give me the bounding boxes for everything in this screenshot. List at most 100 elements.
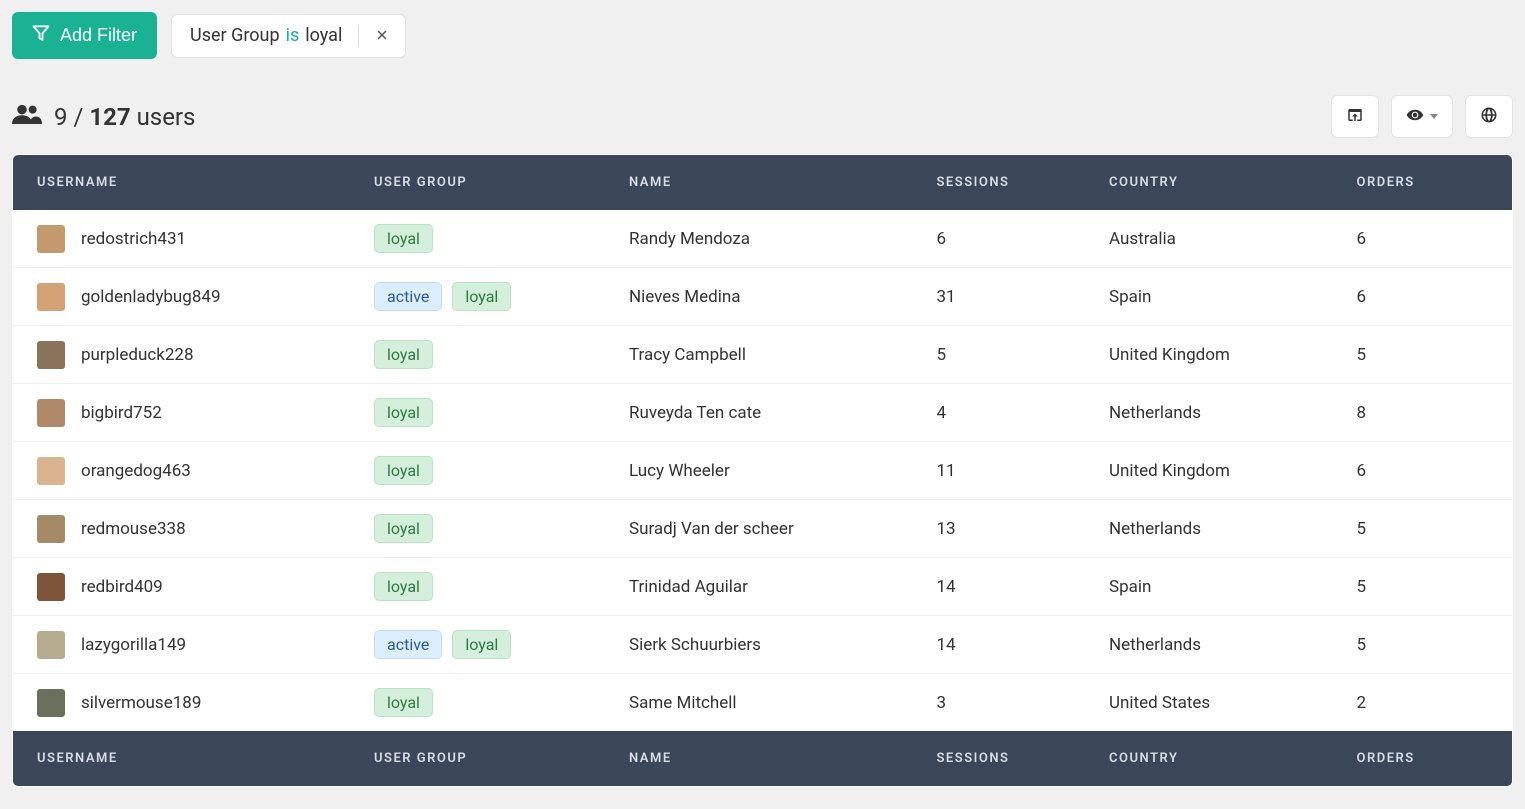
table-row[interactable]: orangedog463loyalLucy Wheeler11United Ki… [13,442,1513,500]
total-count: 127 [89,103,130,131]
table-row[interactable]: silvermouse189loyalSame Mitchell3United … [13,674,1513,732]
filter-toolbar: Add Filter User Group is loyal [12,12,1513,59]
col-footer-country: COUNTRY [1085,731,1333,787]
table-row[interactable]: goldenladybug849 activeloyalNieves Medina… [13,268,1513,326]
cell-username: purpleduck228 [13,326,351,384]
cell-orders: 6 [1333,210,1513,268]
cell-name: Randy Mendoza [605,210,913,268]
username: purpleduck228 [81,345,194,365]
tag-loyal: loyal [374,340,433,369]
tag-loyal: loyal [374,688,433,717]
col-header-orders[interactable]: ORDERS [1333,155,1513,211]
col-header-name[interactable]: NAME [605,155,913,211]
cell-name: Trinidad Aguilar [605,558,913,616]
tag-loyal: loyal [452,282,511,311]
users-icon [12,103,42,131]
cell-sessions: 4 [913,384,1086,442]
avatar [37,515,65,543]
col-footer-username: USERNAME [13,731,351,787]
cell-username: lazygorilla149 [13,616,351,674]
cell-sessions: 14 [913,558,1086,616]
tag-loyal: loyal [374,456,433,485]
filter-icon [32,24,50,47]
avatar [37,283,65,311]
table-actions [1331,95,1513,138]
cell-orders: 5 [1333,500,1513,558]
cell-orders: 5 [1333,616,1513,674]
table-row[interactable]: redmouse338loyalSuradj Van der scheer13N… [13,500,1513,558]
cell-username: redostrich431 [13,210,351,268]
cell-user-group: loyal [350,210,605,268]
tag-active: active [374,630,442,659]
avatar [37,341,65,369]
remove-filter-button[interactable] [371,25,393,47]
summary-row: 9 / 127 users [12,95,1513,138]
cell-sessions: 31 [913,268,1086,326]
add-filter-button[interactable]: Add Filter [12,12,157,59]
col-footer-sessions: SESSIONS [913,731,1086,787]
avatar [37,631,65,659]
cell-sessions: 5 [913,326,1086,384]
globe-icon [1480,106,1498,127]
cell-name: Ruveyda Ten cate [605,384,913,442]
globe-button[interactable] [1465,95,1513,138]
cell-name: Lucy Wheeler [605,442,913,500]
avatar [37,399,65,427]
results-summary: 9 / 127 users [12,103,195,131]
col-header-user-group[interactable]: USER GROUP [350,155,605,211]
users-table: USERNAME USER GROUP NAME SESSIONS COUNTR… [12,154,1513,787]
cell-name: Sierk Schuurbiers [605,616,913,674]
col-header-sessions[interactable]: SESSIONS [913,155,1086,211]
filter-chip[interactable]: User Group is loyal [171,14,406,58]
tag-loyal: loyal [374,398,433,427]
visibility-dropdown-button[interactable] [1391,95,1453,138]
cell-user-group: loyal [350,326,605,384]
cell-country: United States [1085,674,1333,732]
cell-orders: 8 [1333,384,1513,442]
export-icon [1346,106,1364,127]
cell-username: bigbird752 [13,384,351,442]
cell-orders: 6 [1333,268,1513,326]
avatar [37,573,65,601]
table-row[interactable]: purpleduck228loyalTracy Campbell5United … [13,326,1513,384]
cell-user-group: activeloyal [350,616,605,674]
avatar [37,689,65,717]
col-header-username[interactable]: USERNAME [13,155,351,211]
username: goldenladybug849 [81,287,221,307]
cell-user-group: loyal [350,384,605,442]
username: redostrich431 [81,229,186,249]
avatar [37,225,65,253]
username: redbird409 [81,577,163,597]
cell-user-group: activeloyal [350,268,605,326]
tag-loyal: loyal [374,514,433,543]
table-footer-row: USERNAME USER GROUP NAME SESSIONS COUNTR… [13,731,1513,787]
cell-country: United Kingdom [1085,326,1333,384]
cell-username: orangedog463 [13,442,351,500]
filter-operator: is [286,25,300,46]
cell-country: Spain [1085,268,1333,326]
cell-orders: 6 [1333,442,1513,500]
cell-orders: 5 [1333,558,1513,616]
cell-user-group: loyal [350,500,605,558]
filter-field: User Group [190,25,280,46]
cell-country: Netherlands [1085,500,1333,558]
filter-divider [358,25,359,47]
table-row[interactable]: lazygorilla149activeloyalSierk Schuurbie… [13,616,1513,674]
results-count: 9 / 127 users [54,103,195,131]
cell-name: Suradj Van der scheer [605,500,913,558]
cell-name: Tracy Campbell [605,326,913,384]
cell-sessions: 14 [913,616,1086,674]
cell-username: redbird409 [13,558,351,616]
cell-orders: 5 [1333,326,1513,384]
col-header-country[interactable]: COUNTRY [1085,155,1333,211]
eye-icon [1406,106,1424,127]
filtered-count: 9 [54,103,68,131]
table-row[interactable]: redostrich431loyalRandy Mendoza6Australi… [13,210,1513,268]
table-row[interactable]: bigbird752loyalRuveyda Ten cate4Netherla… [13,384,1513,442]
cell-name: Nieves Medina [605,268,913,326]
avatar [37,457,65,485]
filter-value: loyal [305,25,342,46]
table-row[interactable]: redbird409loyalTrinidad Aguilar14Spain5 [13,558,1513,616]
cell-name: Same Mitchell [605,674,913,732]
export-button[interactable] [1331,95,1379,138]
